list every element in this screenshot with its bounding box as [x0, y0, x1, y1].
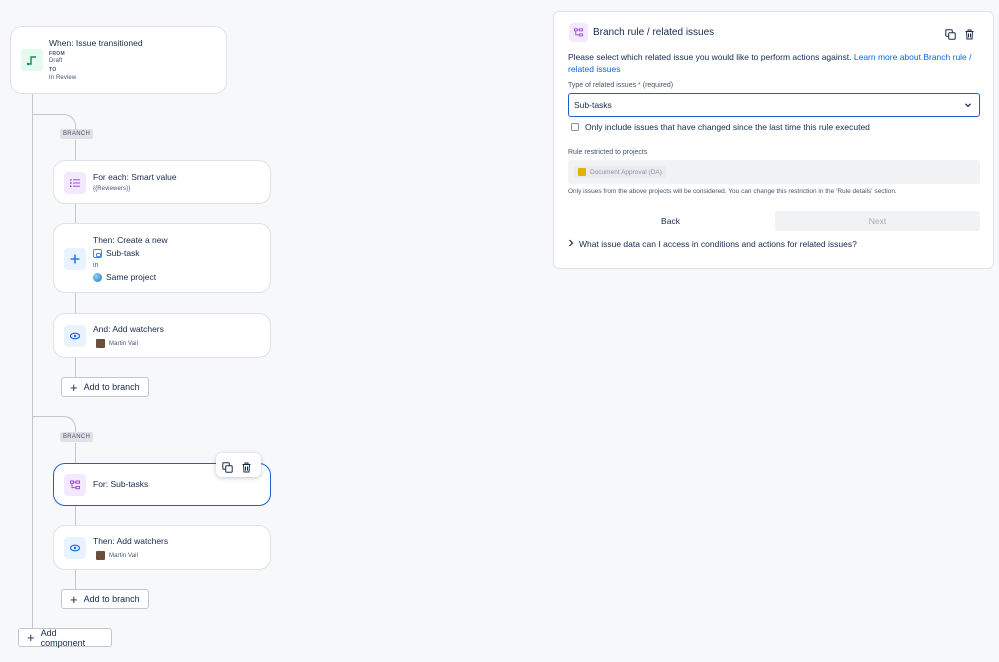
trash-icon[interactable] [241, 460, 252, 472]
trash-icon[interactable] [964, 27, 975, 45]
next-button[interactable]: Next [775, 211, 980, 231]
eye-icon [64, 325, 86, 347]
related-data-expander[interactable]: What issue data can I access in conditio… [568, 239, 857, 249]
required-text: (required) [642, 82, 674, 89]
create-type: Sub-task [93, 248, 140, 258]
duplicate-icon[interactable] [222, 460, 233, 473]
type-label: Type of related issues [568, 82, 637, 89]
add-component-button[interactable]: + Add component [18, 627, 112, 648]
expander-label: What issue data can I access in conditio… [579, 239, 857, 249]
branch-tag: BRANCH [60, 129, 94, 139]
globe-icon [93, 272, 102, 282]
add-to-branch-button[interactable]: + Add to branch [61, 589, 149, 609]
watchers-user: Martin Vail [96, 551, 138, 560]
watchers-title: Then: Add watchers [93, 536, 169, 546]
type-label-row: Type of related issues * (required) [568, 82, 673, 89]
trigger-from-value: Draft [49, 58, 63, 64]
subtask-icon [93, 248, 102, 258]
project-chip: Document Approval (DA) [574, 166, 666, 178]
changed-only-checkbox[interactable] [571, 123, 579, 131]
add-watchers-card[interactable]: And: Add watchers Martin Vail [53, 313, 271, 358]
branch-icon [64, 474, 86, 496]
next-button-label: Next [868, 216, 887, 226]
add-to-branch-button[interactable]: + Add to branch [61, 377, 149, 397]
add-to-branch-label: Add to branch [83, 382, 140, 392]
restricted-help: Only issues from the above projects will… [568, 188, 897, 195]
trigger-to-label: TO [49, 67, 57, 73]
card-actions-toolbar [216, 453, 261, 477]
transition-icon [21, 49, 43, 71]
plus-icon: + [70, 379, 78, 395]
avatar [96, 339, 105, 348]
project-icon [578, 168, 586, 176]
panel-description: Please select which related issue you wo… [568, 52, 852, 62]
add-watchers-card[interactable]: Then: Add watchers Martin Vail [53, 525, 271, 570]
plus-icon [64, 248, 86, 270]
create-issue-card[interactable]: Then: Create a new Sub-task in Same proj… [53, 223, 271, 293]
back-button[interactable]: Back [568, 211, 773, 231]
config-panel: Branch rule / related issues Please sele… [553, 11, 994, 269]
chevron-right-icon [568, 239, 574, 249]
plus-icon: + [27, 630, 35, 645]
watchers-user-name: Martin Vail [109, 552, 138, 559]
related-issues-select[interactable]: Sub-tasks [568, 93, 980, 117]
list-icon [64, 172, 86, 194]
create-type-label: Sub-task [106, 248, 140, 258]
create-title: Then: Create a new [93, 235, 168, 245]
trigger-title: When: Issue transitioned [49, 38, 143, 48]
flow-connector [32, 94, 33, 636]
watchers-title: And: Add watchers [93, 324, 164, 334]
foreach-title: For each: Smart value [93, 172, 177, 182]
restricted-label: Rule restricted to projects [568, 149, 648, 156]
add-to-branch-label: Add to branch [83, 594, 140, 604]
create-project: Same project [93, 272, 156, 282]
avatar [96, 551, 105, 560]
eye-icon [64, 537, 86, 559]
trigger-from-label: FROM [49, 51, 65, 57]
checkbox-label: Only include issues that have changed si… [585, 122, 870, 132]
branch-icon [569, 23, 588, 42]
panel-description-block: Please select which related issue you wo… [568, 51, 980, 75]
create-in: in [93, 262, 99, 269]
duplicate-icon[interactable] [945, 27, 956, 45]
chevron-down-icon [964, 101, 972, 111]
back-button-label: Back [661, 216, 680, 226]
for-subtasks-title: For: Sub-tasks [93, 479, 149, 489]
watchers-user: Martin Vail [96, 339, 138, 348]
foreach-value: {{Reviewers}} [93, 186, 131, 192]
branch-tag: BRANCH [60, 432, 94, 442]
watchers-user-name: Martin Vail [109, 340, 138, 347]
required-marker: * [638, 82, 641, 89]
create-project-label: Same project [106, 272, 157, 282]
foreach-card[interactable]: For each: Smart value {{Reviewers}} [53, 160, 271, 204]
panel-title: Branch rule / related issues [593, 27, 715, 38]
select-value: Sub-tasks [574, 100, 612, 110]
plus-icon: + [70, 591, 78, 607]
trigger-to-value: In Review [49, 75, 77, 81]
projects-field: Document Approval (DA) [568, 160, 980, 184]
trigger-card[interactable]: When: Issue transitioned FROM Draft TO I… [10, 26, 227, 94]
project-chip-label: Document Approval (DA) [590, 168, 662, 176]
add-component-label: Add component [40, 627, 86, 648]
